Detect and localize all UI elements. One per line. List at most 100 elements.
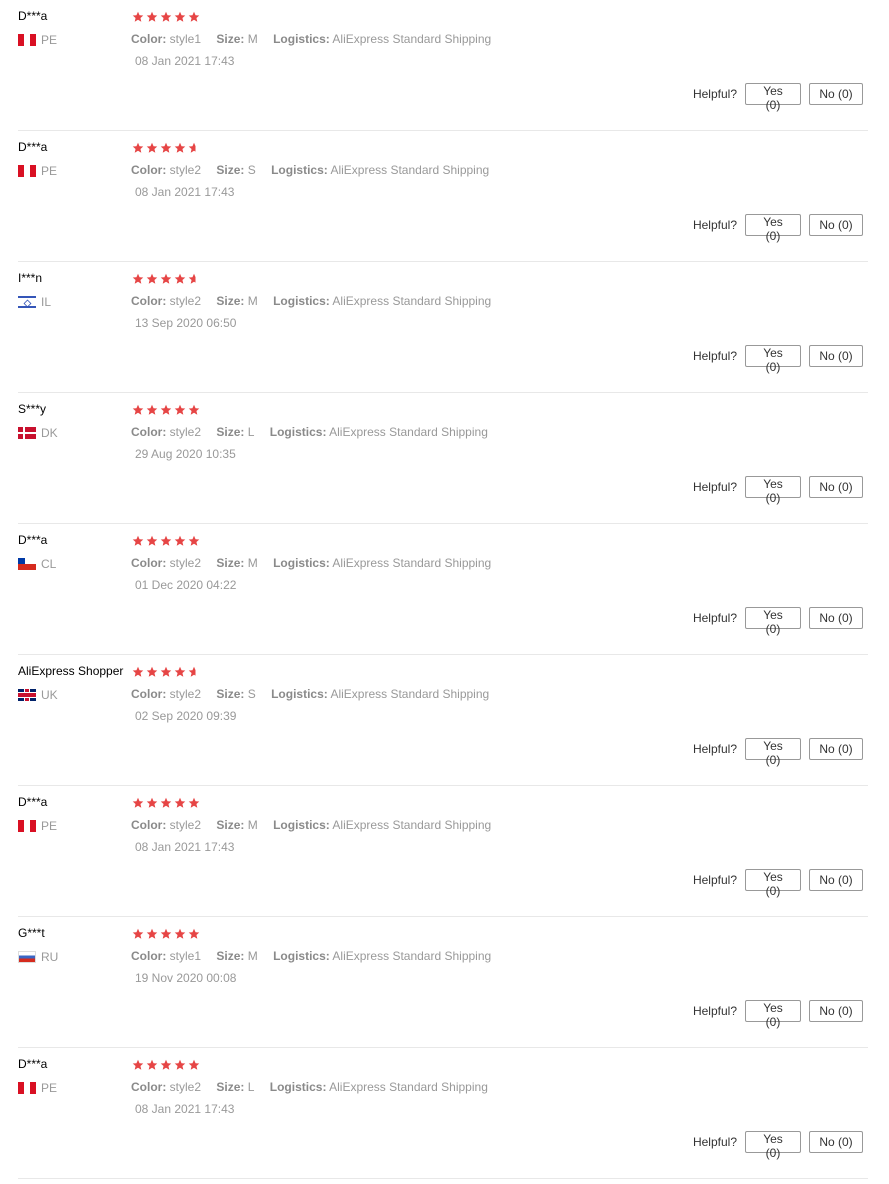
size-value: M (247, 949, 258, 963)
helpful-no-button[interactable]: No (0) (809, 476, 863, 498)
helpful-yes-button[interactable]: Yes (0) (745, 1000, 801, 1029)
reviewer-country: PE (18, 164, 57, 178)
star-icon (132, 273, 144, 285)
logistics-label: Logistics: (269, 1080, 327, 1094)
star-icon (146, 535, 158, 547)
helpful-no-button[interactable]: No (0) (809, 1000, 863, 1022)
star-rating (132, 404, 200, 416)
review-date: 08 Jan 2021 17:43 (135, 1102, 235, 1116)
review-date: 02 Sep 2020 09:39 (135, 709, 237, 723)
star-rating (132, 142, 200, 154)
logistics-value: AliExpress Standard Shipping (329, 425, 488, 439)
helpful-yes-button[interactable]: Yes (0) (745, 607, 801, 636)
helpful-section: Helpful? Yes (0) No (0) (692, 1000, 863, 1029)
reviewer-name: D***a (18, 140, 48, 154)
review-date: 08 Jan 2021 17:43 (135, 185, 235, 199)
helpful-yes-button[interactable]: Yes (0) (745, 476, 801, 505)
star-icon (160, 1059, 172, 1071)
helpful-no-button[interactable]: No (0) (809, 738, 863, 760)
color-value: style2 (169, 425, 202, 439)
flag-icon (18, 558, 36, 570)
logistics-value: AliExpress Standard Shipping (332, 32, 492, 46)
logistics-label: Logistics: (273, 556, 330, 570)
color-value: style1 (169, 949, 202, 963)
helpful-section: Helpful? Yes (0) No (0) (693, 476, 863, 505)
star-icon (146, 928, 158, 940)
star-icon (132, 666, 144, 678)
star-icon (174, 797, 186, 809)
flag-icon (18, 951, 36, 963)
half-star-icon (188, 273, 200, 285)
reviewer-name: D***a (18, 9, 48, 23)
helpful-no-button[interactable]: No (0) (809, 869, 863, 891)
size-label: Size: (216, 556, 245, 570)
flag-icon (18, 165, 36, 177)
country-code: PE (41, 1081, 58, 1095)
color-label: Color: (131, 294, 167, 308)
star-icon (160, 797, 172, 809)
star-icon (188, 928, 200, 940)
country-code: RU (41, 950, 59, 964)
star-icon (174, 535, 186, 547)
star-icon (188, 404, 200, 416)
review-attributes: Color: style2 Size: S Logistics: AliExpr… (131, 163, 501, 177)
color-value: style2 (169, 818, 202, 832)
size-label: Size: (216, 1080, 245, 1094)
color-value: style2 (169, 556, 202, 570)
star-rating (132, 1059, 200, 1071)
star-icon (160, 666, 172, 678)
flag-icon (18, 296, 36, 308)
star-icon (146, 142, 158, 154)
helpful-yes-button[interactable]: Yes (0) (745, 738, 801, 767)
star-icon (146, 11, 158, 23)
logistics-label: Logistics: (273, 949, 330, 963)
star-icon (174, 1059, 186, 1071)
star-rating (132, 273, 200, 285)
color-label: Color: (131, 163, 167, 177)
reviewer-country: DK (18, 426, 58, 440)
helpful-no-button[interactable]: No (0) (809, 214, 863, 236)
logistics-label: Logistics: (271, 163, 328, 177)
country-code: PE (41, 33, 58, 47)
color-label: Color: (131, 949, 167, 963)
star-icon (146, 797, 158, 809)
helpful-no-button[interactable]: No (0) (809, 1131, 863, 1153)
review-attributes: Color: style2 Size: L Logistics: AliExpr… (131, 1080, 500, 1094)
star-icon (174, 142, 186, 154)
color-label: Color: (131, 1080, 167, 1094)
star-rating (132, 797, 200, 809)
flag-icon (18, 1082, 36, 1094)
reviewer-country: PE (18, 819, 57, 833)
star-icon (160, 273, 172, 285)
helpful-no-button[interactable]: No (0) (809, 345, 863, 367)
star-rating (132, 666, 200, 678)
star-icon (174, 11, 186, 23)
country-code: IL (41, 295, 52, 309)
helpful-yes-button[interactable]: Yes (0) (745, 345, 801, 374)
reviewer-name: D***a (18, 1057, 48, 1071)
helpful-section: Helpful? Yes (0) No (0) (693, 869, 863, 898)
star-icon (160, 535, 172, 547)
helpful-yes-button[interactable]: Yes (0) (745, 869, 801, 898)
size-value: M (247, 294, 258, 308)
helpful-yes-button[interactable]: Yes (0) (745, 1131, 801, 1160)
review-attributes: Color: style2 Size: M Logistics: AliExpr… (131, 294, 503, 308)
helpful-no-button[interactable]: No (0) (809, 83, 863, 105)
helpful-no-button[interactable]: No (0) (809, 607, 863, 629)
star-icon (174, 404, 186, 416)
reviewer-name: I***n (18, 271, 43, 285)
helpful-label: Helpful? (692, 611, 737, 625)
reviewer-name: G***t (18, 926, 45, 940)
review-item: I***n IL Color: style2 Size: M Logistics… (18, 262, 868, 393)
color-label: Color: (131, 818, 167, 832)
helpful-label: Helpful? (692, 1004, 737, 1018)
logistics-value: AliExpress Standard Shipping (330, 687, 490, 701)
star-icon (146, 666, 158, 678)
helpful-yes-button[interactable]: Yes (0) (745, 83, 801, 112)
flag-icon (18, 689, 36, 701)
review-list: D***a PE Color: style1 Size: M Logistics… (0, 0, 889, 1179)
country-code: PE (41, 164, 58, 178)
half-star-icon (188, 142, 200, 154)
helpful-yes-button[interactable]: Yes (0) (745, 214, 801, 243)
size-label: Size: (216, 163, 245, 177)
